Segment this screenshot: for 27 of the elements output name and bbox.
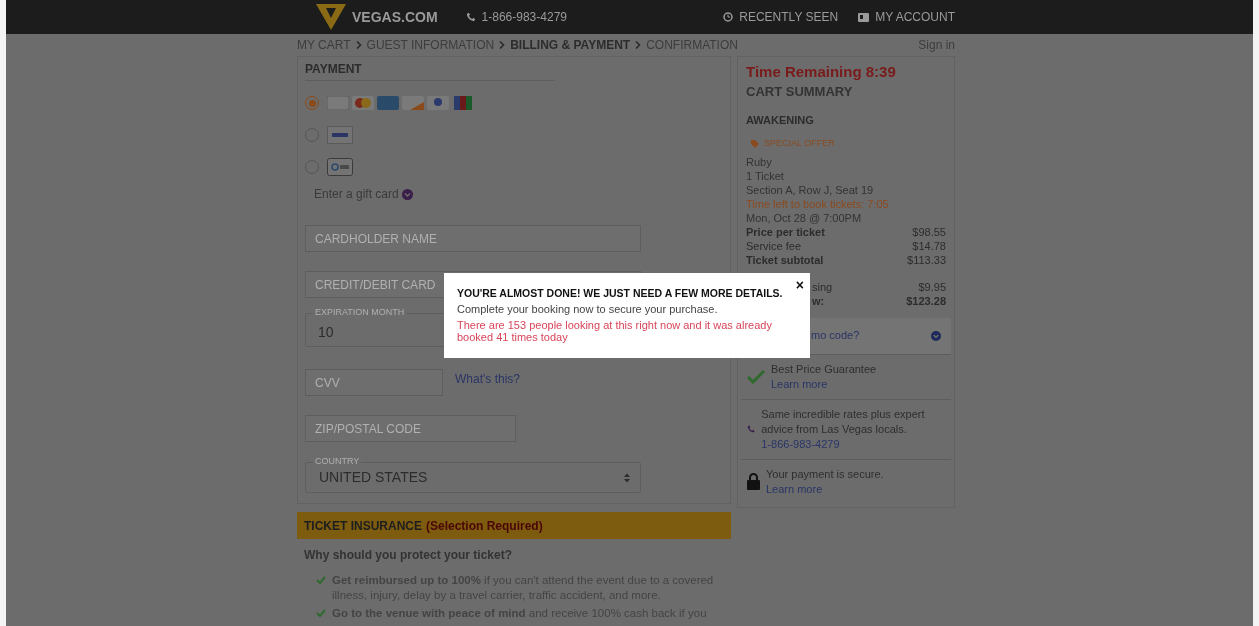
field-label: EXPIRATION MONTH bbox=[313, 308, 407, 317]
ticket-detail: Time left to book tickets: 7:05 bbox=[746, 196, 890, 211]
timer-text: Time Remaining 8:39 bbox=[746, 62, 897, 82]
price-label: Ticket subtotal bbox=[746, 252, 824, 267]
field-label: COUNTRY bbox=[313, 457, 362, 466]
info-text: Best Price Guarantee bbox=[771, 361, 877, 377]
special-offer-label: SPECIAL OFFER bbox=[764, 137, 835, 150]
insurance-question: Why should you protect your ticket? bbox=[304, 547, 513, 564]
insurance-title: TICKET INSURANCE bbox=[304, 517, 422, 535]
price-value: $98.55 bbox=[912, 224, 946, 239]
price-value: $14.78 bbox=[912, 238, 946, 253]
ticket-detail: Ruby bbox=[746, 154, 773, 169]
modal-message: Complete your booking now to secure your purchase. bbox=[457, 302, 719, 317]
price-label: w: bbox=[812, 293, 825, 308]
price-value: $113.33 bbox=[907, 252, 946, 267]
selection-required-text: (Selection Required) bbox=[426, 517, 543, 535]
cart-summary-title: CART SUMMARY bbox=[746, 83, 854, 101]
modal-title: YOU'RE ALMOST DONE! WE JUST NEED A FEW MORE DETAILS. bbox=[457, 286, 784, 300]
price-value: $9.95 bbox=[918, 279, 946, 294]
price-value: $123.28 bbox=[906, 293, 946, 308]
info-text: Same incredible rates plus expert advice from Las Vegas locals. bbox=[761, 406, 926, 437]
price-label: Service fee bbox=[746, 238, 802, 253]
price-label: Price per ticket bbox=[746, 224, 825, 239]
info-text: Your payment is secure. bbox=[766, 466, 884, 482]
event-title: AWAKENING bbox=[746, 112, 815, 128]
section-title: PAYMENT bbox=[305, 60, 555, 81]
price-label: sing bbox=[812, 279, 833, 294]
